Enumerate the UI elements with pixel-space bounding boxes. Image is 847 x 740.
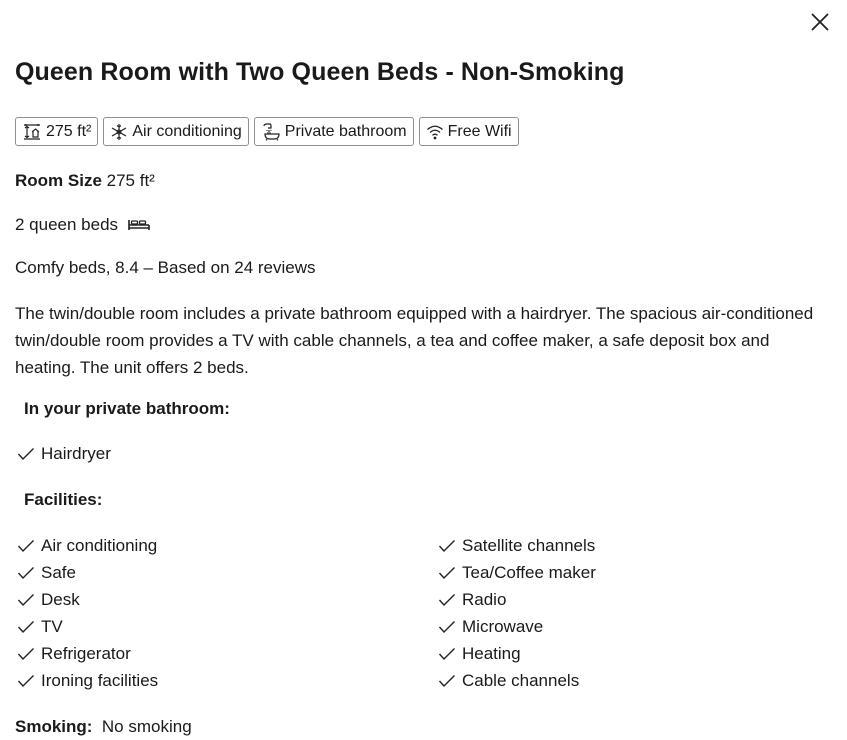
list-item: Air conditioning — [17, 532, 158, 559]
list-item-label: Ironing facilities — [41, 670, 159, 690]
list-item-label: Microwave — [462, 616, 544, 636]
list-item: Ironing facilities — [17, 667, 158, 694]
list-item: Safe — [17, 559, 158, 586]
checkmark-icon — [17, 620, 34, 633]
checkmark-icon — [17, 539, 34, 552]
room-size-value: 275 ft² — [106, 171, 155, 190]
close-button[interactable] — [807, 9, 833, 35]
list-item-label: Satellite channels — [462, 535, 596, 555]
list-item-label: Refrigerator — [41, 643, 131, 663]
list-item: Desk — [17, 586, 158, 613]
checkmark-icon — [438, 674, 455, 687]
checkmark-icon — [438, 647, 455, 660]
checkmark-icon — [438, 539, 455, 552]
chip-label: Private bathroom — [284, 122, 407, 140]
checkmark-icon — [438, 566, 455, 579]
bathroom-icon — [263, 122, 280, 141]
chip-free-wifi: Free Wifi — [418, 117, 519, 146]
close-icon — [811, 13, 829, 31]
room-size-row: Room Size 275 ft² — [15, 171, 155, 191]
list-item: Heating — [438, 640, 596, 667]
list-item-label: Cable channels — [462, 670, 580, 690]
checkmark-icon — [438, 620, 455, 633]
list-item: TV — [17, 613, 158, 640]
chip-air-conditioning: Air conditioning — [103, 117, 249, 146]
checkmark-icon — [17, 447, 34, 460]
bed-icon — [127, 220, 150, 230]
checkmark-icon — [438, 593, 455, 606]
list-item: Tea/Coffee maker — [438, 559, 596, 586]
list-item-label: Safe — [41, 562, 76, 582]
facilities-list-left: Air conditioning Safe Desk TV Refrigerat… — [17, 532, 158, 694]
facilities-heading: Facilities: — [24, 490, 103, 509]
list-item: Satellite channels — [438, 532, 596, 559]
snowflake-icon — [112, 123, 127, 140]
chip-label: Free Wifi — [447, 122, 512, 140]
room-title: Queen Room with Two Queen Beds - Non-Smo… — [15, 58, 625, 86]
chip-private-bathroom: Private bathroom — [253, 117, 414, 146]
bathroom-heading: In your private bathroom: — [24, 399, 230, 418]
list-item-label: Desk — [41, 589, 80, 609]
room-details-modal: Queen Room with Two Queen Beds - Non-Smo… — [0, 0, 847, 740]
amenity-chips: 275 ft² Air conditioning Private bathroo… — [15, 117, 519, 146]
checkmark-icon — [17, 647, 34, 660]
wifi-icon — [426, 125, 443, 139]
list-item: Refrigerator — [17, 640, 158, 667]
list-item: Cable channels — [438, 667, 596, 694]
rating-row: Comfy beds, 8.4 – Based on 24 reviews — [15, 258, 316, 277]
smoking-value: No smoking — [101, 717, 192, 736]
room-description: The twin/double room includes a private … — [15, 304, 814, 377]
checkmark-icon — [17, 566, 34, 579]
list-item-label: Radio — [462, 589, 507, 609]
list-item-label: Hairdryer — [41, 443, 111, 463]
checkmark-icon — [17, 674, 34, 687]
beds-row: 2 queen beds — [15, 215, 151, 235]
facilities-list-right: Satellite channels Tea/Coffee maker Radi… — [438, 532, 596, 694]
chip-label: 275 ft² — [46, 122, 92, 140]
chip-label: Air conditioning — [132, 122, 242, 140]
smoking-row: Smoking: No smoking — [15, 717, 192, 737]
list-item-label: Air conditioning — [41, 535, 158, 555]
list-item: Hairdryer — [17, 440, 111, 467]
checkmark-icon — [17, 593, 34, 606]
list-item: Microwave — [438, 613, 596, 640]
smoking-label: Smoking: — [15, 717, 93, 736]
room-size-icon — [24, 123, 40, 140]
list-item-label: TV — [41, 616, 63, 636]
list-item-label: Tea/Coffee maker — [462, 562, 596, 582]
chip-room-size: 275 ft² — [15, 117, 99, 146]
room-size-label: Room Size — [15, 171, 102, 190]
bathroom-list: Hairdryer — [17, 440, 111, 467]
beds-text: 2 queen beds — [15, 215, 119, 234]
list-item: Radio — [438, 586, 596, 613]
list-item-label: Heating — [462, 643, 521, 663]
